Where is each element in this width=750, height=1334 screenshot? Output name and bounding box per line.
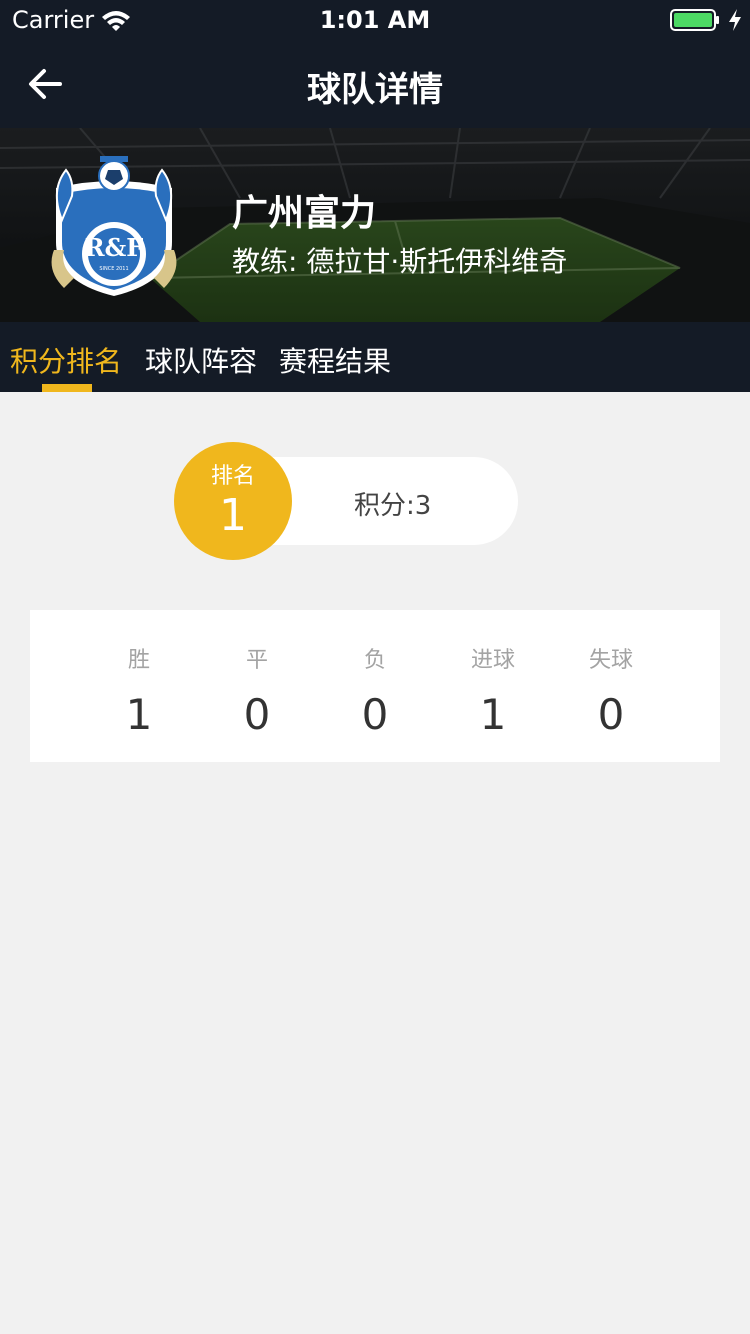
rank-badge: 排名 1 [174,442,292,560]
active-tab-indicator [42,384,92,392]
battery-icon [670,9,719,31]
stat-draws: 平 0 [198,610,316,762]
tab-squad[interactable]: 球队阵容 [145,340,257,380]
stat-label: 失球 [588,648,633,673]
coach-name: 教练: 德拉甘·斯托伊科维奇 [232,245,568,278]
tab-standings[interactable]: 积分排名 [10,340,122,380]
charging-bolt-icon [729,9,741,31]
stat-goals-against: 失球 0 [552,610,670,762]
rank-label: 排名 [210,464,255,489]
points-label: 积分:3 [354,491,432,521]
team-logo: R&F SINCE 2011 [51,156,177,296]
stat-value: 0 [243,690,271,739]
stat-wins: 胜 1 [80,610,198,762]
stat-label: 平 [245,648,268,673]
stats-card: 胜 1 平 0 负 0 进球 1 失球 0 [30,610,720,762]
stat-losses: 负 0 [316,610,434,762]
svg-text:SINCE 2011: SINCE 2011 [99,266,128,272]
team-banner: R&F SINCE 2011 广州富力 教练: 德拉甘·斯托伊科维奇 [0,128,750,322]
stat-label: 胜 [127,648,150,673]
tab-bar: 积分排名 球队阵容 赛程结果 [0,322,750,392]
tab-fixtures-results[interactable]: 赛程结果 [279,340,391,380]
stat-value: 0 [361,690,389,739]
stat-label: 进球 [470,648,515,673]
nav-bar: 球队详情 [0,40,750,128]
page-title: 球队详情 [307,70,443,110]
stat-value: 1 [479,690,507,739]
svg-text:R&F: R&F [85,233,144,262]
status-time: 1:01 AM [319,6,431,34]
stat-goals-for: 进球 1 [434,610,552,762]
team-name: 广州富力 [232,193,377,234]
rank-value: 1 [219,490,247,541]
stat-value: 0 [597,690,625,739]
status-bar: Carrier 1:01 AM [0,0,750,40]
stat-value: 1 [125,690,153,739]
stat-label: 负 [363,648,386,673]
